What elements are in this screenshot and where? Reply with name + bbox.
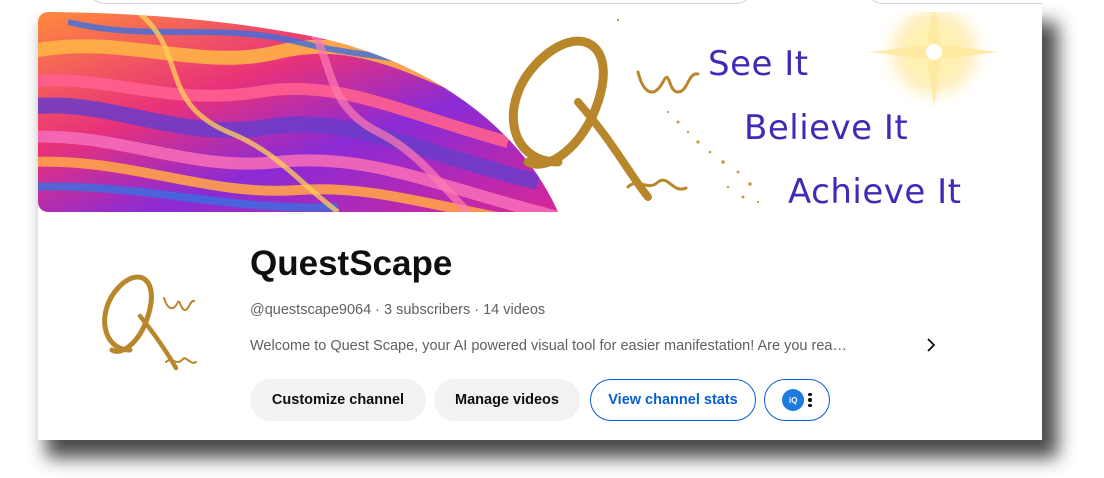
customize-channel-button[interactable]: Customize channel — [250, 379, 426, 421]
channel-handle: @questscape9064 — [250, 302, 372, 318]
channel-title: QuestScape — [250, 244, 453, 283]
channel-header-card: See It Believe It Achieve It QuestScape … — [38, 0, 1042, 440]
meta-separator: · — [474, 302, 480, 318]
channel-meta: @questscape9064 · 3 subscribers · 14 videos — [250, 302, 545, 318]
video-count: 14 videos — [483, 302, 546, 318]
banner-tagline-achieve: Achieve It — [788, 172, 962, 212]
channel-avatar[interactable] — [72, 254, 198, 380]
meta-separator: · — [375, 302, 380, 318]
extension-menu-button[interactable]: iQ — [764, 379, 830, 421]
search-bar-remnant[interactable] — [88, 0, 753, 4]
subscriber-count: 3 subscribers — [383, 302, 471, 318]
channel-banner: See It Believe It Achieve It — [38, 12, 1042, 212]
banner-tagline-believe: Believe It — [744, 108, 909, 148]
banner-tagline-see: See It — [708, 44, 809, 84]
chevron-right-icon[interactable] — [920, 334, 942, 356]
manage-videos-button[interactable]: Manage videos — [434, 379, 580, 421]
view-channel-stats-button[interactable]: View channel stats — [590, 379, 756, 421]
star-sparkle-icon — [870, 12, 998, 112]
channel-description[interactable]: Welcome to Quest Scape, your AI powered … — [250, 338, 847, 354]
more-vert-icon — [808, 392, 812, 408]
banner-logo — [508, 36, 700, 201]
topbar-right-remnant — [866, 0, 1042, 4]
extension-logo-icon: iQ — [782, 389, 805, 411]
avatar-logo — [102, 274, 197, 371]
